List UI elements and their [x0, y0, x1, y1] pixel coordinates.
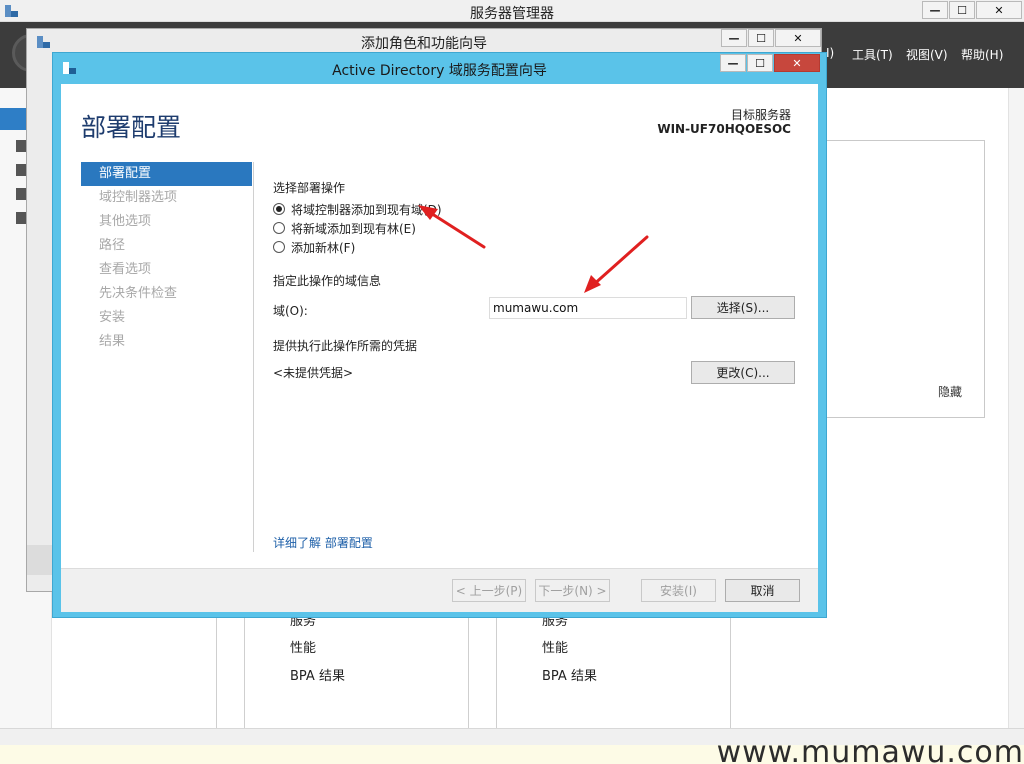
radio-button-selected[interactable]: [273, 203, 285, 215]
ad-ds-config-wizard-window: Active Directory 域服务配置向导 — ☐ ✕ 部署配置 目标服务…: [52, 52, 827, 618]
credentials-value: <未提供凭据>: [273, 366, 354, 380]
previous-button[interactable]: < 上一步(P): [452, 579, 526, 602]
server-manager-title: 服务器管理器: [470, 6, 554, 22]
divider: [730, 618, 731, 728]
nav-item-review-options: 查看选项: [99, 262, 152, 277]
hide-link[interactable]: 隐藏: [938, 383, 962, 400]
domain-field-label: 域(O):: [273, 304, 308, 318]
menu-manage-partial[interactable]: I): [826, 46, 834, 60]
target-server-label: 目标服务器: [730, 108, 791, 122]
dashboard-tiles: [52, 618, 1018, 728]
nav-item-prerequisites-check: 先决条件检查: [99, 286, 178, 301]
menu-help[interactable]: 帮助(H): [961, 46, 1003, 63]
option-label: 添加新林(F): [291, 240, 356, 255]
tile-2-bpa-results[interactable]: BPA 结果: [542, 665, 597, 684]
divider: [468, 618, 469, 728]
wizard-footer: < 上一步(P) 下一步(N) > 安装(I) 取消: [61, 568, 818, 612]
radio-button[interactable]: [273, 222, 285, 234]
select-operation-label: 选择部署操作: [273, 181, 346, 195]
domain-info-label: 指定此操作的域信息: [273, 274, 382, 288]
ad-wiz-minimize-button[interactable]: —: [720, 54, 746, 72]
ad-wizard-title: Active Directory 域服务配置向导: [332, 63, 547, 79]
option-add-new-forest[interactable]: 添加新林(F): [273, 239, 355, 255]
tile-1-performance[interactable]: 性能: [290, 637, 316, 656]
radio-button[interactable]: [273, 241, 285, 253]
ad-wiz-maximize-button[interactable]: ☐: [747, 54, 773, 72]
nav-item-installation: 安装: [99, 310, 126, 325]
nav-divider: [253, 162, 254, 552]
tile-1-bpa-results[interactable]: BPA 结果: [290, 665, 345, 684]
watermark-text: www.mumawu.com: [716, 735, 1024, 764]
page-title: 部署配置: [81, 113, 182, 142]
install-button[interactable]: 安装(I): [641, 579, 716, 602]
target-server-name: WIN-UF70HQOESOC: [657, 122, 791, 136]
option-label: 将域控制器添加到现有域(D): [291, 202, 442, 217]
domain-input[interactable]: [489, 297, 687, 319]
divider: [216, 618, 217, 728]
menu-tools[interactable]: 工具(T): [852, 46, 893, 63]
dashboard-panel: [826, 140, 985, 418]
vertical-scrollbar[interactable]: [1008, 88, 1024, 728]
option-label: 将新域添加到现有林(E): [291, 221, 416, 236]
nav-item-paths: 路径: [99, 238, 126, 253]
divider: [496, 618, 497, 728]
change-credentials-button[interactable]: 更改(C)...: [691, 361, 795, 384]
ad-wiz-close-button[interactable]: ✕: [774, 54, 820, 72]
menu-view[interactable]: 视图(V): [906, 46, 948, 63]
ad-wizard-client-area: 部署配置 目标服务器 WIN-UF70HQOESOC 部署配置 域控制器选项 其…: [61, 84, 818, 612]
server-manager-titlebar: 服务器管理器 — ☐ ✕: [0, 0, 1024, 22]
divider: [244, 618, 245, 728]
sm-close-button[interactable]: ✕: [976, 1, 1022, 19]
add-wiz-footer-strip: [27, 545, 55, 575]
option-add-dc-existing-domain[interactable]: 将域控制器添加到现有域(D): [273, 201, 442, 217]
learn-more-link[interactable]: 详细了解 部署配置: [273, 534, 373, 551]
sm-minimize-button[interactable]: —: [922, 1, 948, 19]
add-roles-wizard-title: 添加角色和功能向导: [361, 36, 487, 52]
add-wiz-minimize-button[interactable]: —: [721, 29, 747, 47]
nav-item-deployment-config[interactable]: 部署配置: [81, 162, 252, 186]
cancel-button[interactable]: 取消: [725, 579, 800, 602]
add-wiz-close-button[interactable]: ✕: [775, 29, 821, 47]
tile-2-performance[interactable]: 性能: [542, 637, 568, 656]
nav-item-dc-options: 域控制器选项: [99, 190, 178, 205]
option-add-domain-existing-forest[interactable]: 将新域添加到现有林(E): [273, 220, 416, 236]
nav-item-results: 结果: [99, 334, 126, 349]
credentials-label: 提供执行此操作所需的凭据: [273, 339, 418, 353]
nav-item-additional-options: 其他选项: [99, 214, 152, 229]
add-wiz-maximize-button[interactable]: ☐: [748, 29, 774, 47]
wizard-nav: 部署配置 域控制器选项 其他选项 路径 查看选项 先决条件检查 安装 结果: [81, 162, 252, 354]
sm-maximize-button[interactable]: ☐: [949, 1, 975, 19]
select-domain-button[interactable]: 选择(S)...: [691, 296, 795, 319]
next-button[interactable]: 下一步(N) >: [535, 579, 610, 602]
